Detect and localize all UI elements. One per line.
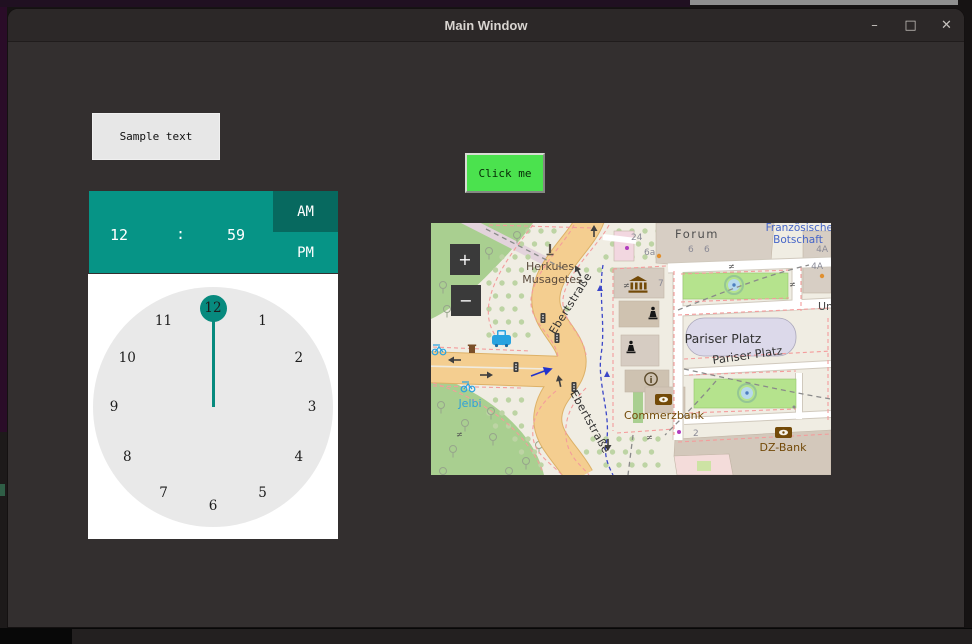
dz-bank-label: DZ-Bank: [759, 441, 807, 454]
taskbar-strip: [72, 629, 972, 644]
background-strip: [0, 432, 7, 628]
main-window: Main Window – □ ✕ Sample text Click me 1…: [7, 8, 965, 628]
pm-toggle[interactable]: PM: [273, 232, 338, 273]
window-content: Sample text Click me 12 : 59 AM PM 12345…: [8, 41, 964, 627]
unter-den-linden-label: Un: [818, 300, 831, 313]
clock-number-5[interactable]: 5: [251, 481, 275, 505]
forum-label: Forum: [675, 227, 719, 241]
click-me-button[interactable]: Click me: [465, 153, 545, 193]
clock-number-11[interactable]: 11: [152, 309, 176, 333]
svg-text:≠: ≠: [456, 430, 463, 439]
am-toggle[interactable]: AM: [273, 191, 338, 232]
clock-hand: [211, 318, 215, 407]
housenumber: 4A: [816, 245, 829, 255]
map-canvas: i ≠≠≠ ≠≠ Forum 6 6 Französische Botschaf…: [431, 223, 831, 475]
waste-bin-icon: [467, 344, 477, 353]
clock-panel: 1 2 3 4 5 6 7 8 9 10 11 12: [88, 274, 338, 539]
sample-text-label: Sample text: [92, 113, 220, 160]
embassy-label: Französische: [766, 223, 831, 234]
time-picker: 12 : 59 AM PM: [89, 191, 338, 273]
time-separator: :: [176, 225, 186, 243]
pariser-platz-label: Pariser Platz: [685, 331, 762, 346]
svg-text:≠: ≠: [728, 262, 735, 271]
clock-number-3[interactable]: 3: [300, 395, 324, 419]
herkules-label: Herkules: [526, 260, 574, 273]
minimize-button[interactable]: –: [867, 18, 882, 33]
map-zoom-out-button[interactable]: −: [451, 285, 481, 316]
titlebar[interactable]: Main Window – □ ✕: [8, 9, 964, 42]
window-title: Main Window: [444, 17, 528, 33]
housenumber: 2: [693, 429, 699, 439]
bank-icon: [655, 394, 672, 405]
close-button[interactable]: ✕: [939, 18, 954, 33]
svg-text:≠: ≠: [646, 433, 653, 442]
housenumber: 24: [631, 233, 643, 243]
housenumber: 6a: [644, 248, 655, 258]
background-window-edge: [690, 0, 958, 5]
minute-value[interactable]: 59: [227, 226, 245, 244]
bank-icon: [775, 427, 792, 438]
hour-value[interactable]: 12: [110, 226, 128, 244]
clock-number-6[interactable]: 6: [201, 494, 225, 518]
clock-number-8[interactable]: 8: [115, 445, 139, 469]
clock-number-2[interactable]: 2: [287, 346, 311, 370]
background-strip: [0, 0, 690, 7]
herkules-label: Musagetes: [522, 273, 582, 286]
housenumber: 6: [704, 245, 710, 255]
clock-number-1[interactable]: 1: [251, 309, 275, 333]
housenumber: 4A: [811, 262, 824, 272]
clock-number-9[interactable]: 9: [102, 395, 126, 419]
housenumber: 6: [688, 245, 694, 255]
map-zoom-in-button[interactable]: +: [450, 244, 480, 275]
housenumber: 7: [658, 279, 664, 289]
svg-text:i: i: [649, 376, 652, 386]
clock-number-4[interactable]: 4: [287, 445, 311, 469]
maximize-button[interactable]: □: [903, 18, 918, 33]
clock-number-12[interactable]: 12: [199, 294, 227, 322]
jelbi-label: Jelbi: [457, 397, 481, 410]
svg-text:≠: ≠: [789, 280, 796, 289]
background-fleck: [0, 484, 5, 496]
background-terminal-edge: [0, 7, 7, 432]
commerzbank-label: Commerzbank: [624, 409, 705, 422]
svg-text:≠: ≠: [623, 281, 630, 290]
clock-number-7[interactable]: 7: [152, 481, 176, 505]
clock-number-10[interactable]: 10: [115, 346, 139, 370]
map-widget[interactable]: + − i ≠ ≠ ≠ ≠ ≠ Forum 6 6 Französische B…: [431, 223, 831, 475]
